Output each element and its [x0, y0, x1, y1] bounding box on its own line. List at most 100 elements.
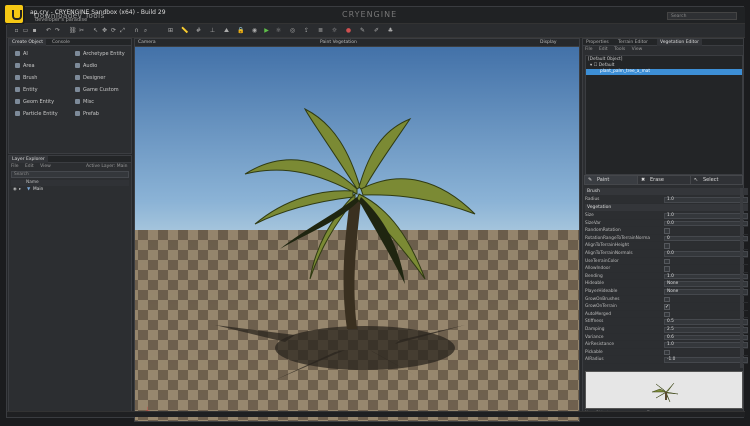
tree-selected-item[interactable]: plant_palm_tree_a_mat — [586, 69, 742, 75]
new-icon[interactable]: ▫ — [13, 27, 20, 34]
menu-file[interactable]: File — [585, 47, 593, 52]
move-icon[interactable]: ✥ — [101, 27, 108, 34]
property-checkbox[interactable] — [664, 311, 670, 318]
properties-scrollbar[interactable] — [740, 188, 743, 368]
play-icon[interactable]: ▶ — [263, 27, 270, 34]
cryengine-logo: CRYENGINE — [342, 10, 398, 19]
tab-layer-explorer[interactable]: Layer Explorer — [9, 156, 48, 163]
create-item-archetype-entity[interactable]: Archetype Entity — [75, 50, 125, 59]
open-icon[interactable]: ▭ — [22, 27, 29, 34]
tree-root[interactable]: [Default Object] — [588, 57, 622, 62]
layers-icon[interactable]: ≣ — [317, 27, 324, 34]
physics-icon[interactable]: ⚛ — [275, 27, 282, 34]
paint-tool-button[interactable]: ✎ Paint — [584, 175, 639, 185]
property-value-field[interactable]: 1.0 — [664, 273, 748, 280]
menu-edit[interactable]: Edit — [25, 164, 34, 169]
ruler-icon[interactable]: 📏 — [181, 27, 188, 34]
property-value-field[interactable]: 2.5 — [664, 327, 748, 333]
create-item-prefab[interactable]: Prefab — [75, 110, 99, 119]
menu-edit[interactable]: Edit — [599, 47, 608, 52]
axis-icon[interactable]: ⊥ — [209, 27, 216, 34]
create-item-audio[interactable]: Audio — [75, 62, 97, 71]
magnet-icon[interactable]: ∩ — [133, 27, 140, 34]
vegetation-preview[interactable] — [585, 371, 743, 409]
property-checkbox[interactable] — [664, 228, 670, 234]
property-value-field[interactable]: 0.0 — [664, 251, 748, 257]
property-checkbox[interactable] — [664, 349, 670, 356]
create-item-game-custom[interactable]: Game Custom — [75, 86, 119, 95]
property-value-field[interactable]: 0.6 — [664, 334, 748, 341]
export-icon[interactable]: ⇪ — [303, 27, 310, 34]
global-search-input[interactable]: Search — [667, 12, 737, 20]
create-item-brush[interactable]: Brush — [15, 74, 37, 83]
record-icon[interactable]: ● — [345, 27, 352, 34]
vegetation-section-header[interactable]: Vegetation — [585, 204, 748, 211]
terrain-icon[interactable]: ⛰ — [223, 27, 230, 34]
tab-console[interactable]: Console — [49, 39, 73, 46]
layer-search-input[interactable]: Search — [11, 171, 129, 178]
property-label: Pickable — [585, 349, 603, 355]
display-menu[interactable]: Display — [540, 40, 557, 45]
property-value-field[interactable]: -1.0 — [664, 357, 748, 363]
property-label: RotationRangeToTerrainNorma — [585, 235, 651, 241]
eye-icon[interactable]: ◉ — [13, 187, 17, 193]
unlink-icon[interactable]: ✂ — [78, 27, 85, 34]
undo-icon[interactable]: ↶ — [45, 27, 52, 34]
property-value-field[interactable]: None — [664, 281, 748, 287]
erase-tool-button[interactable]: ✖ Erase — [637, 175, 692, 185]
create-item-misc[interactable]: Misc — [75, 98, 94, 107]
layer-row[interactable]: ◉ ▸ ▼ Main — [11, 187, 129, 193]
property-value-field[interactable]: 1.0 — [664, 213, 748, 219]
select-icon[interactable]: ↖ — [92, 27, 99, 34]
camera-label[interactable]: Camera — [138, 40, 156, 45]
layer-column-header: Name — [11, 180, 129, 186]
redo-icon[interactable]: ↷ — [54, 27, 61, 34]
property-checkbox[interactable]: ✓ — [664, 304, 670, 310]
create-item-geom-entity[interactable]: Geom Entity — [15, 98, 54, 107]
palm-tree[interactable] — [135, 39, 580, 422]
property-row: GrowOnBrushes — [585, 296, 748, 304]
rotate-icon[interactable]: ⟳ — [110, 27, 117, 34]
tab-vegetation-editor[interactable]: Vegetation Editor — [657, 39, 703, 46]
create-item-particle-entity[interactable]: Particle Entity — [15, 110, 58, 119]
zoom-icon[interactable]: ⌕ — [142, 27, 149, 34]
tab-terrain-editor[interactable]: Terrain Editor — [615, 39, 651, 46]
grid-icon[interactable]: # — [195, 27, 202, 34]
create-item-ai[interactable]: AI — [15, 50, 28, 59]
sun-icon[interactable]: ☼ — [331, 27, 338, 34]
menu-tools[interactable]: Tools — [614, 47, 625, 52]
property-value-field[interactable]: 0.0 — [664, 220, 748, 227]
menu-file[interactable]: File — [11, 164, 19, 169]
create-item-entity[interactable]: Entity — [15, 86, 38, 95]
ai-icon[interactable]: ◎ — [289, 27, 296, 34]
snap-icon[interactable]: ⊞ — [167, 27, 174, 34]
create-item-area[interactable]: Area — [15, 62, 35, 71]
brush-section-header[interactable]: Brush — [585, 188, 748, 195]
save-icon[interactable]: ▪ — [31, 27, 38, 34]
property-value-field[interactable]: 0.5 — [664, 319, 748, 325]
lock-icon[interactable]: ▸ — [19, 187, 21, 193]
scale-icon[interactable]: ⤢ — [119, 27, 126, 34]
lock-icon[interactable]: 🔒 — [237, 27, 244, 34]
property-checkbox[interactable] — [664, 258, 670, 265]
vegetation-icon[interactable]: ♣ — [387, 27, 394, 34]
select-tool-button[interactable]: ↖ Select — [690, 175, 743, 185]
create-item-designer[interactable]: Designer — [75, 74, 105, 83]
menu-view[interactable]: View — [632, 47, 643, 52]
link-icon[interactable]: ⛓ — [69, 27, 77, 34]
tab-properties[interactable]: Properties — [583, 39, 612, 46]
tab-create-object[interactable]: Create Object — [9, 39, 47, 46]
property-checkbox[interactable] — [664, 296, 670, 303]
menu-view[interactable]: View — [40, 164, 51, 169]
property-value-field[interactable]: 1.0 — [664, 342, 748, 348]
property-value-field[interactable]: 0 — [664, 235, 748, 242]
property-value-field[interactable]: None — [664, 289, 748, 295]
perspective-viewport[interactable]: Camera Paint Vegetation Display ⊥ — [134, 38, 580, 422]
camera-icon[interactable]: ◉ — [251, 27, 258, 34]
property-checkbox[interactable] — [664, 243, 670, 249]
tree-group[interactable]: ▾ ☐ Default — [590, 63, 614, 68]
paint-icon[interactable]: ✐ — [373, 27, 380, 34]
property-value-field[interactable]: 1.0 — [664, 197, 748, 203]
brush-icon[interactable]: ✎ — [359, 27, 366, 34]
property-checkbox[interactable] — [664, 266, 670, 272]
